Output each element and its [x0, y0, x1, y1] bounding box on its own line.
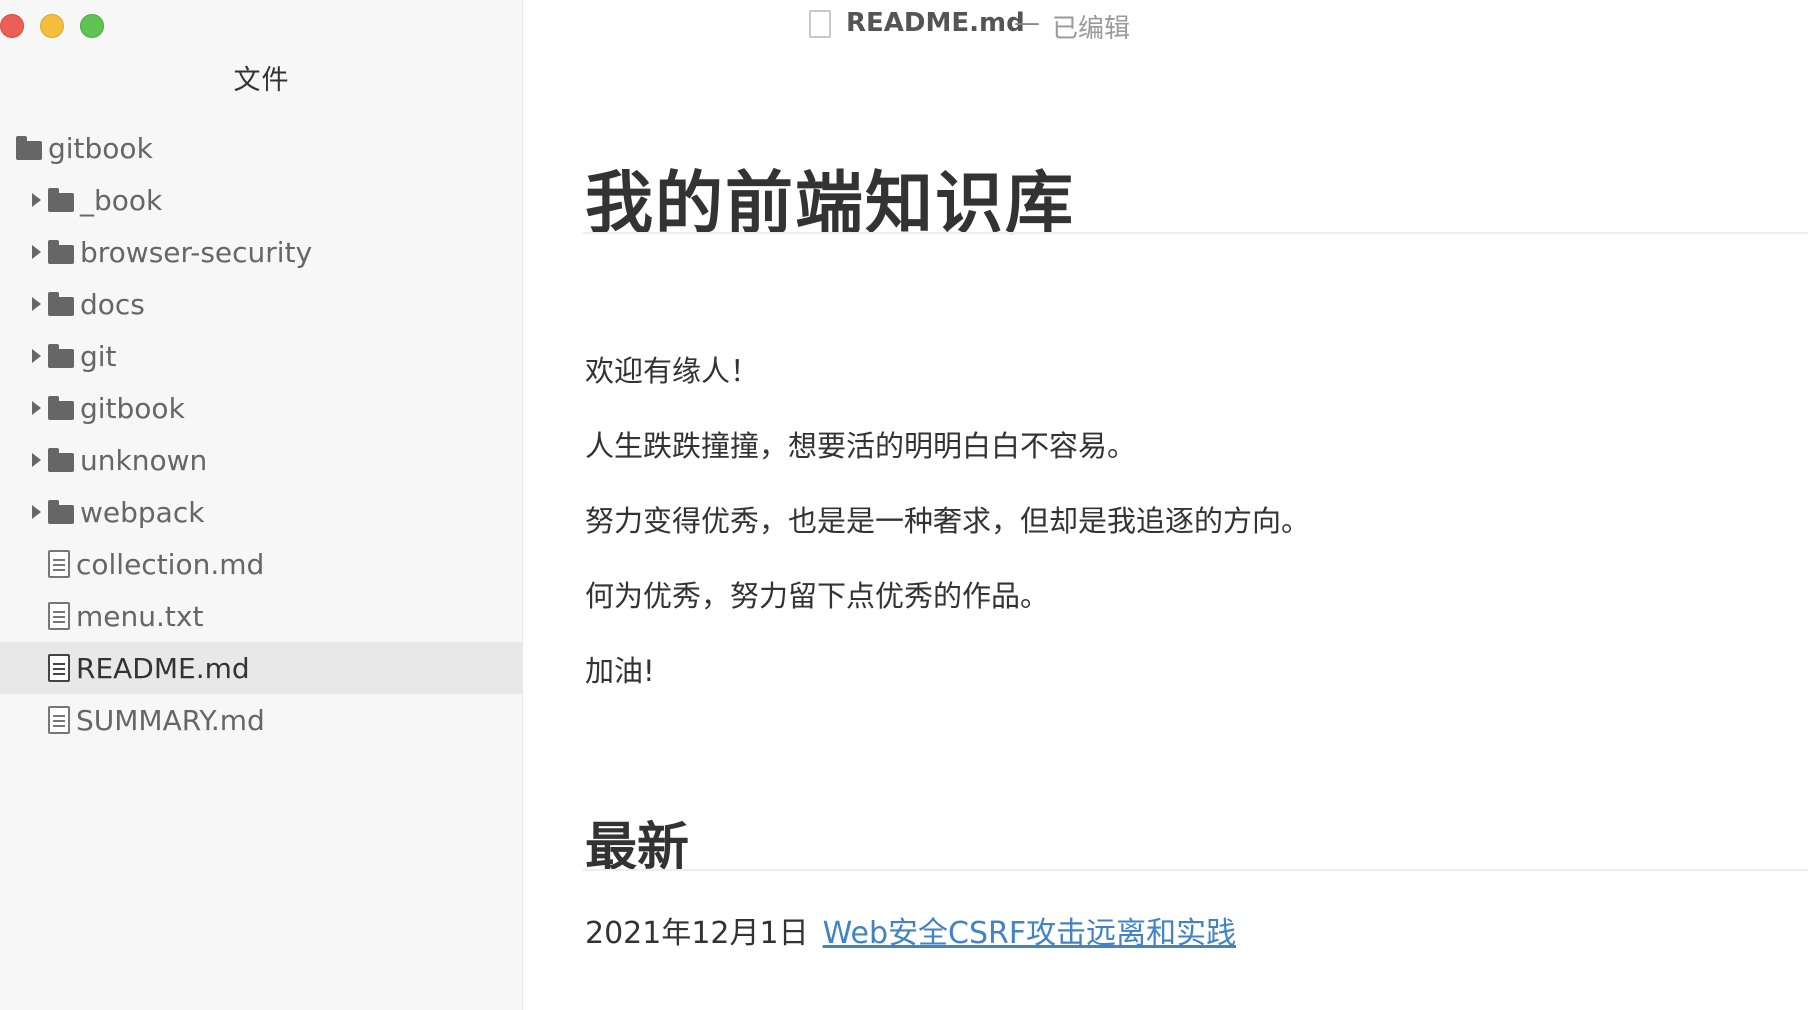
tree-item-label: SUMMARY.md	[76, 703, 265, 737]
folder-icon	[48, 343, 74, 368]
tree-item-label: webpack	[80, 495, 205, 529]
folder-icon	[48, 447, 74, 472]
paragraph[interactable]: 欢迎有缘人！	[585, 348, 759, 390]
expand-arrow-icon[interactable]	[32, 297, 41, 311]
latest-article-link[interactable]: Web安全CSRF攻击远离和实践	[823, 916, 1237, 951]
tree-folder-browser-security[interactable]: browser-security	[0, 226, 523, 278]
heading-divider	[583, 232, 1808, 234]
tree-item-label: unknown	[80, 443, 208, 477]
section-divider	[583, 869, 1808, 871]
folder-icon	[48, 499, 74, 524]
tree-folder-gitbook[interactable]: gitbook	[0, 382, 523, 434]
document-icon	[48, 706, 70, 734]
tree-folder-git[interactable]: git	[0, 330, 523, 382]
markdown-editor[interactable]: 我的前端知识库 欢迎有缘人！ 人生跌跌撞撞，想要活的明明白白不容易。 努力变得优…	[583, 0, 1808, 1010]
expand-arrow-icon[interactable]	[32, 453, 41, 467]
folder-icon	[48, 395, 74, 420]
tree-item-label: gitbook	[80, 391, 185, 425]
zoom-window-button[interactable]	[80, 14, 104, 38]
tree-item-label: collection.md	[76, 547, 265, 581]
latest-entry: 2021年12月1日 Web安全CSRF攻击远离和实践	[585, 908, 1236, 952]
close-window-button[interactable]	[0, 14, 24, 38]
expand-arrow-icon[interactable]	[32, 349, 41, 363]
paragraph[interactable]: 加油!	[585, 648, 655, 690]
expand-arrow-icon[interactable]	[32, 245, 41, 259]
tree-item-label: _book	[80, 183, 163, 217]
tree-file-collection[interactable]: collection.md	[0, 538, 523, 590]
document-icon	[48, 550, 70, 578]
file-sidebar: 文件 gitbook _book browser-security docs g…	[0, 0, 523, 1010]
folder-icon	[48, 291, 74, 316]
folder-icon	[16, 135, 42, 160]
typora-window: 文件 gitbook _book browser-security docs g…	[0, 0, 1808, 1010]
file-tree: gitbook _book browser-security docs git …	[0, 122, 523, 746]
tree-file-summary[interactable]: SUMMARY.md	[0, 694, 523, 746]
paragraph[interactable]: 努力变得优秀，也是是一种奢求，但却是我追逐的方向。	[585, 498, 1310, 540]
paragraph[interactable]: 何为优秀，努力留下点优秀的作品。	[585, 573, 1049, 615]
tree-item-label: menu.txt	[76, 599, 204, 633]
tree-folder-book[interactable]: _book	[0, 174, 523, 226]
minimize-window-button[interactable]	[40, 14, 64, 38]
latest-date: 2021年12月1日	[585, 916, 809, 951]
tree-item-label: browser-security	[80, 235, 313, 269]
expand-arrow-icon[interactable]	[32, 401, 41, 415]
tree-folder-docs[interactable]: docs	[0, 278, 523, 330]
document-icon	[48, 654, 70, 682]
tree-item-label: git	[80, 339, 117, 373]
paragraph[interactable]: 人生跌跌撞撞，想要活的明明白白不容易。	[585, 423, 1136, 465]
sidebar-title: 文件	[233, 65, 290, 96]
tree-item-label: docs	[80, 287, 145, 321]
tree-file-menu[interactable]: menu.txt	[0, 590, 523, 642]
tree-root-folder[interactable]: gitbook	[0, 122, 523, 174]
folder-icon	[48, 187, 74, 212]
tree-folder-unknown[interactable]: unknown	[0, 434, 523, 486]
tree-file-readme[interactable]: README.md	[0, 642, 523, 694]
folder-icon	[48, 239, 74, 264]
document-icon	[48, 602, 70, 630]
tree-folder-webpack[interactable]: webpack	[0, 486, 523, 538]
tree-item-label: README.md	[76, 651, 250, 685]
tree-item-label: gitbook	[48, 131, 153, 165]
expand-arrow-icon[interactable]	[32, 193, 41, 207]
expand-arrow-icon[interactable]	[32, 505, 41, 519]
